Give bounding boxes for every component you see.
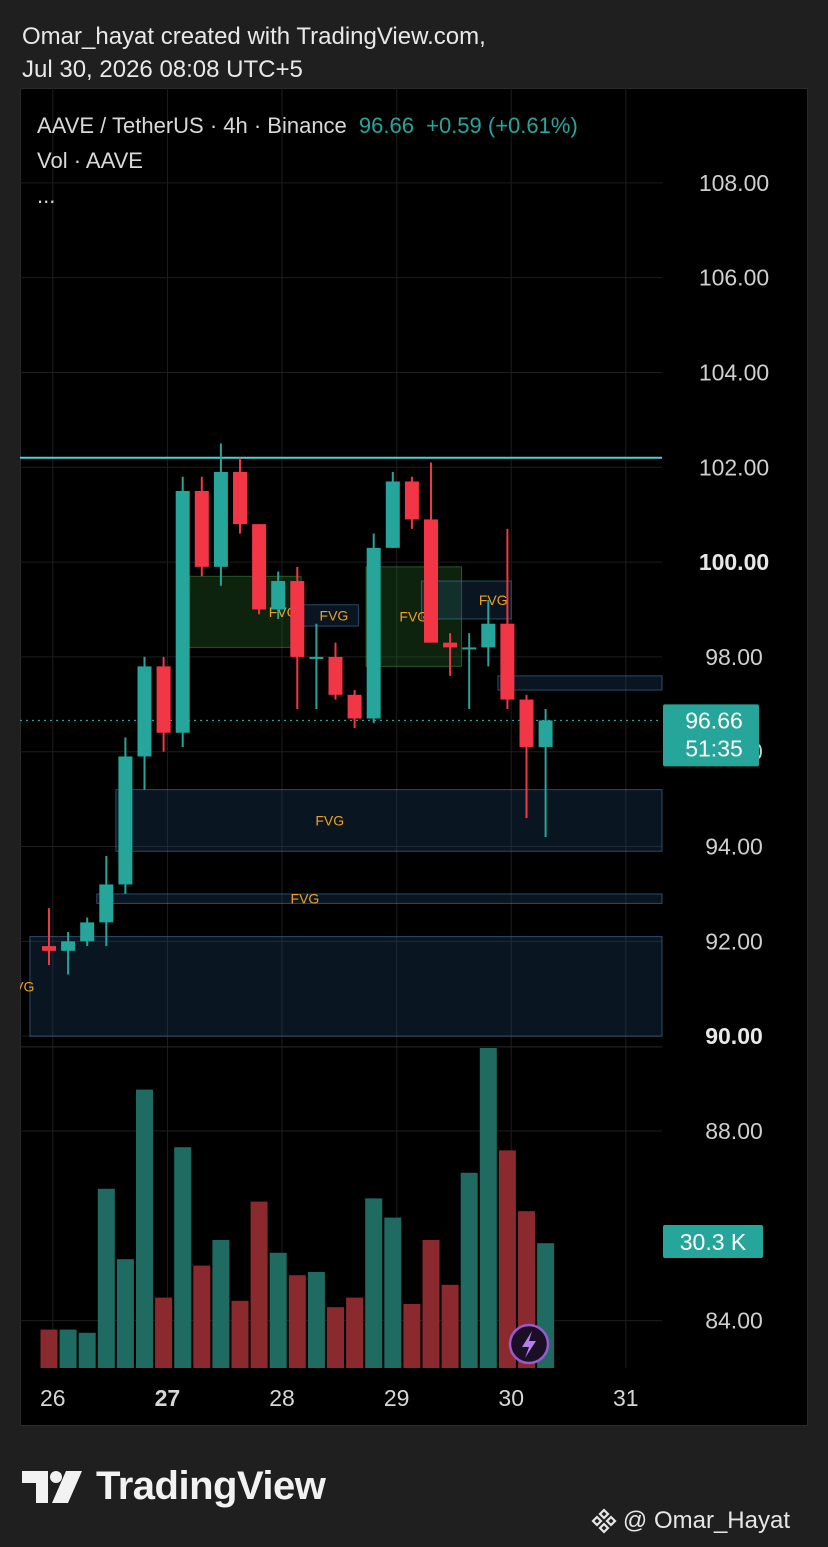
volume-bar <box>479 1048 497 1368</box>
fvg-zone <box>115 789 663 852</box>
candle-body[interactable] <box>252 524 267 610</box>
author-handle: @ Omar_Hayat <box>622 1507 790 1534</box>
volume-bar <box>403 1304 421 1368</box>
volume-badge-label: 30.3 K <box>680 1229 747 1255</box>
timestamp-line: Jul 30, 2026 08:08 UTC+5 <box>22 56 303 83</box>
candle-body[interactable] <box>271 581 286 610</box>
candle-body[interactable] <box>156 666 171 733</box>
time-axis-label: 30 <box>498 1385 524 1411</box>
time-axis-label: 26 <box>40 1385 66 1411</box>
candle-body[interactable] <box>519 699 534 747</box>
fvg-zone <box>497 675 663 691</box>
price-axis-label: 108.00 <box>699 170 769 196</box>
volume-bar <box>346 1297 364 1368</box>
bar-countdown: 51:35 <box>685 735 743 761</box>
candle-body[interactable] <box>347 694 362 719</box>
candle-body[interactable] <box>404 481 419 520</box>
volume-bar <box>460 1172 478 1368</box>
candle-body[interactable] <box>137 666 152 757</box>
price-axis-label: 88.00 <box>705 1118 763 1144</box>
volume-bar <box>212 1240 230 1368</box>
volume-bar <box>40 1329 58 1368</box>
chart-legend: AAVE / TetherUS · 4h · Binance 96.66 +0.… <box>37 112 578 217</box>
price-axis-label: 84.00 <box>705 1308 763 1334</box>
candle-body[interactable] <box>61 941 76 951</box>
volume-bar <box>384 1217 402 1368</box>
candle-body[interactable] <box>80 922 95 942</box>
volume-bar <box>422 1240 440 1368</box>
volume-bar <box>116 1259 134 1368</box>
candle-body[interactable] <box>175 490 190 733</box>
volume-bar <box>307 1272 325 1368</box>
candle-body[interactable] <box>500 623 515 700</box>
chart-attribution: Omar_hayat created with TradingView.com,… <box>22 20 486 86</box>
candle-body[interactable] <box>290 581 305 657</box>
fvg-label: FVG <box>320 607 349 623</box>
candle-body[interactable] <box>443 642 458 648</box>
candle-body[interactable] <box>385 481 400 548</box>
volume-bar <box>59 1329 77 1368</box>
price-axis-label: 92.00 <box>705 928 763 954</box>
price-axis-label: 90.00 <box>705 1023 763 1049</box>
candle-body[interactable] <box>538 720 553 747</box>
candle-body[interactable] <box>42 946 56 951</box>
author-credit: @ Omar_Hayat <box>591 1507 790 1535</box>
fvg-label: FVG <box>291 891 320 907</box>
candle-body[interactable] <box>328 656 343 695</box>
price-axis-label: 100.00 <box>699 549 769 575</box>
volume-legend-row[interactable]: Vol · AAVE <box>37 147 578 182</box>
volume-bar <box>250 1201 268 1368</box>
current-price-label: 96.66 <box>685 707 743 733</box>
volume-bar <box>231 1300 249 1368</box>
time-axis-label: 27 <box>155 1385 181 1411</box>
candle-body[interactable] <box>118 756 133 885</box>
time-axis-label: 31 <box>613 1385 639 1411</box>
legend-price: 96.66 <box>358 113 414 138</box>
volume-bar <box>288 1275 306 1368</box>
volume-bar <box>441 1284 459 1368</box>
fvg-label: FVG <box>399 609 428 625</box>
candle-body[interactable] <box>424 519 438 643</box>
volume-bar <box>155 1297 173 1368</box>
candle-body[interactable] <box>481 623 496 648</box>
volume-bar <box>269 1252 287 1368</box>
legend-more-button[interactable]: ... <box>37 182 578 217</box>
price-axis-label: 102.00 <box>699 454 769 480</box>
symbol-info: AAVE / TetherUS · 4h · Binance <box>37 113 347 138</box>
time-axis-label: 29 <box>384 1385 410 1411</box>
volume-bar <box>136 1089 153 1368</box>
candle-body[interactable] <box>462 647 477 650</box>
candle-body[interactable] <box>309 656 324 659</box>
candle-body[interactable] <box>233 472 247 525</box>
candle-body[interactable] <box>213 472 228 567</box>
tradingview-logo-icon <box>22 1470 82 1503</box>
price-axis-label: 104.00 <box>699 359 769 385</box>
brand-name: TradingView <box>96 1464 326 1508</box>
candle-body[interactable] <box>194 490 209 567</box>
candle-body[interactable] <box>366 547 381 719</box>
fvg-label: FVG <box>479 592 508 608</box>
fvg-label: FVG <box>20 978 34 994</box>
tradingview-logo: TradingView <box>22 1464 326 1509</box>
time-axis-label: 28 <box>269 1385 295 1411</box>
volume-bar <box>97 1188 115 1368</box>
candle-body[interactable] <box>99 884 114 923</box>
price-axis-label: 94.00 <box>705 834 763 860</box>
volume-bar <box>193 1265 211 1368</box>
candlestick-chart[interactable]: FVGFVGFVGFVGFVGFVGFVG108.00106.00104.001… <box>20 88 808 1426</box>
attribution-line: Omar_hayat created with TradingView.com, <box>22 23 486 50</box>
volume-bar <box>174 1147 192 1368</box>
fvg-zone <box>96 893 663 904</box>
volume-bar <box>365 1198 383 1368</box>
volume-bar <box>327 1307 344 1368</box>
legend-change: +0.59 (+0.61%) <box>426 113 578 138</box>
binance-icon <box>591 1508 617 1534</box>
fvg-zone <box>29 936 663 1037</box>
volume-bar <box>78 1332 96 1368</box>
price-axis-label: 98.00 <box>705 644 763 670</box>
fvg-label: FVG <box>315 812 344 828</box>
price-axis-label: 106.00 <box>699 265 769 291</box>
symbol-legend-row[interactable]: AAVE / TetherUS · 4h · Binance 96.66 +0.… <box>37 112 578 147</box>
